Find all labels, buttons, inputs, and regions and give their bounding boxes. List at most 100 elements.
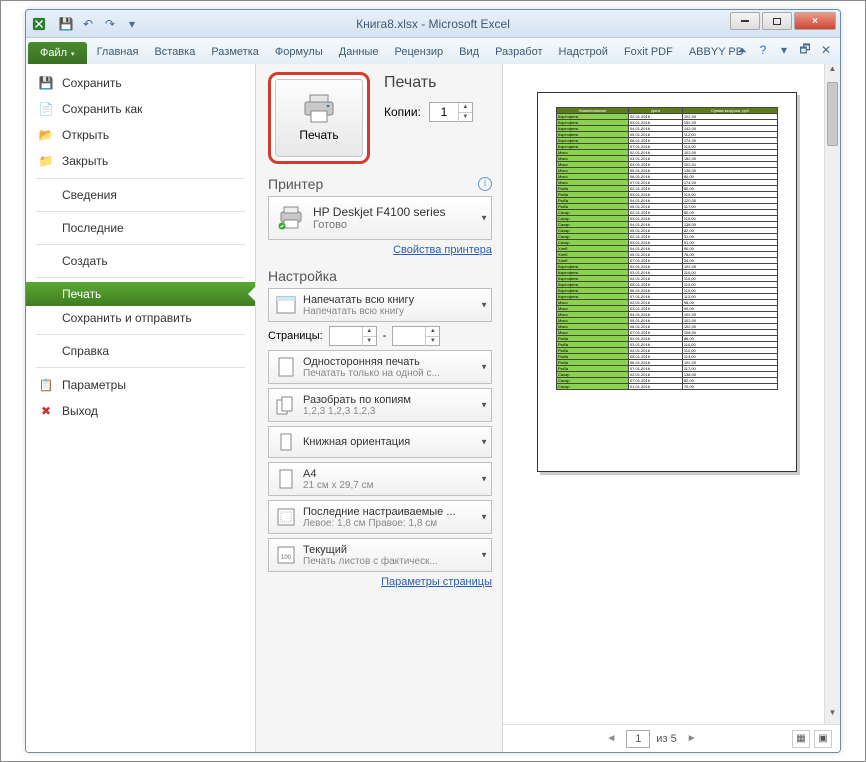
doc-close-icon[interactable]: ✕ — [818, 42, 834, 58]
open-icon: 📂 — [38, 127, 54, 143]
paper-icon — [275, 468, 297, 490]
printer-selector[interactable]: HP Deskjet F4100 seriesГотово ▼ — [268, 196, 492, 240]
spin-up-icon[interactable]: ▲ — [458, 103, 472, 113]
workbook-icon — [275, 294, 297, 316]
pages-to-spinner[interactable]: ▲▼ — [392, 326, 440, 346]
scaling-icon: 100 — [275, 544, 297, 566]
backstage-nav: 💾Сохранить 📄Сохранить как 📂Открыть 📁Закр… — [26, 64, 256, 752]
spin-down-icon[interactable]: ▼ — [458, 113, 472, 122]
settings-heading: Настройка — [268, 268, 492, 284]
nav-print[interactable]: Печать — [26, 282, 255, 306]
chevron-down-icon: ▼ — [480, 438, 488, 447]
copies-value: 1 — [430, 105, 458, 119]
chevron-down-icon: ▼ — [480, 301, 488, 310]
copies-spinner[interactable]: 1 ▲▼ — [429, 102, 473, 122]
window-title: Книга8.xlsx - Microsoft Excel — [26, 17, 840, 31]
ribbon-tabs: Файл Главная Вставка Разметка Формулы Да… — [26, 38, 840, 64]
copies-label: Копии: — [384, 105, 421, 119]
print-preview-pane: ▲▼ НаименованиеДатаСумма выручки, руб Ка… — [502, 64, 840, 752]
window-close-button[interactable]: × — [794, 12, 836, 30]
tab-developer[interactable]: Разработ — [487, 41, 550, 64]
tab-layout[interactable]: Разметка — [203, 41, 267, 64]
nav-save-as[interactable]: 📄Сохранить как — [26, 96, 255, 122]
qat-redo-button[interactable]: ↷ — [100, 14, 120, 34]
tab-data[interactable]: Данные — [331, 41, 387, 64]
tab-formulas[interactable]: Формулы — [267, 41, 331, 64]
app-window: 💾 ↶ ↷ ▾ Книга8.xlsx - Microsoft Excel × … — [25, 9, 841, 753]
preview-page: НаименованиеДатаСумма выручки, руб Карто… — [537, 92, 797, 472]
window-maximize-button[interactable] — [762, 12, 792, 30]
info-icon[interactable]: i — [478, 177, 492, 191]
tab-home[interactable]: Главная — [89, 41, 147, 64]
quick-access-toolbar: 💾 ↶ ↷ ▾ — [56, 14, 142, 34]
window-restore-icon[interactable]: 🗗 — [797, 42, 813, 58]
preview-table: НаименованиеДатаСумма выручки, руб Карто… — [556, 107, 778, 390]
page-side-icon — [275, 356, 297, 378]
tab-view[interactable]: Вид — [451, 41, 487, 64]
save-icon: 💾 — [38, 75, 54, 91]
qat-save-button[interactable]: 💾 — [56, 14, 76, 34]
nav-new[interactable]: Создать — [26, 249, 255, 273]
nav-help[interactable]: Справка — [26, 339, 255, 363]
tab-file[interactable]: Файл — [28, 42, 87, 64]
chevron-down-icon: ▼ — [480, 401, 488, 410]
save-as-icon: 📄 — [38, 101, 54, 117]
nav-exit[interactable]: ✖Выход — [26, 398, 255, 424]
pages-from-spinner[interactable]: ▲▼ — [329, 326, 377, 346]
ribbon-minimize-icon[interactable]: ⏶ — [734, 42, 750, 58]
printer-icon — [302, 94, 336, 124]
chevron-down-icon: ▼ — [480, 363, 488, 372]
nav-save-send[interactable]: Сохранить и отправить — [26, 306, 255, 330]
nav-info[interactable]: Сведения — [26, 183, 255, 207]
qat-customize-button[interactable]: ▾ — [122, 14, 142, 34]
chevron-down-icon: ▼ — [480, 551, 488, 560]
paper-size-selector[interactable]: A421 см x 29,7 см ▼ — [268, 462, 492, 496]
chevron-down-icon: ▼ — [480, 214, 488, 223]
exit-icon: ✖ — [38, 403, 54, 419]
scaling-selector[interactable]: 100 ТекущийПечать листов с фактическ... … — [268, 538, 492, 572]
page-next-button[interactable]: ► — [683, 733, 701, 744]
tab-insert[interactable]: Вставка — [146, 41, 203, 64]
chevron-down-icon: ▼ — [480, 513, 488, 522]
page-prev-button[interactable]: ◄ — [602, 733, 620, 744]
show-margins-button[interactable]: ▦ — [792, 730, 810, 748]
titlebar: 💾 ↶ ↷ ▾ Книга8.xlsx - Microsoft Excel × — [26, 10, 840, 38]
print-what-selector[interactable]: Напечатать всю книгуНапечатать всю книгу… — [268, 288, 492, 322]
sides-selector[interactable]: Односторонняя печатьПечатать только на о… — [268, 350, 492, 384]
printer-properties-link[interactable]: Свойства принтера — [268, 244, 492, 256]
vertical-scrollbar[interactable]: ▲▼ — [824, 64, 840, 724]
print-button[interactable]: Печать — [275, 79, 363, 157]
nav-close[interactable]: 📁Закрыть — [26, 148, 255, 174]
tab-foxit[interactable]: Foxit PDF — [616, 41, 681, 64]
page-number-input[interactable]: 1 — [626, 730, 650, 748]
tab-addins[interactable]: Надстрой — [551, 41, 616, 64]
qat-undo-button[interactable]: ↶ — [78, 14, 98, 34]
zoom-page-button[interactable]: ▣ — [814, 730, 832, 748]
print-heading: Печать — [384, 74, 473, 92]
nav-save[interactable]: 💾Сохранить — [26, 70, 255, 96]
collate-icon — [275, 394, 297, 416]
margins-icon — [275, 506, 297, 528]
page-count-label: из 5 — [656, 733, 676, 745]
window-minimize-button[interactable] — [730, 12, 760, 30]
orientation-icon — [275, 431, 297, 453]
print-button-label: Печать — [299, 128, 338, 142]
pages-label: Страницы: — [268, 330, 323, 342]
nav-recent[interactable]: Последние — [26, 216, 255, 240]
help-icon[interactable]: ? — [755, 42, 771, 58]
nav-open[interactable]: 📂Открыть — [26, 122, 255, 148]
orientation-selector[interactable]: Книжная ориентация ▼ — [268, 426, 492, 458]
printer-device-icon — [277, 206, 305, 230]
print-button-highlight: Печать — [268, 72, 370, 164]
ribbon-options-icon[interactable]: ▾ — [776, 42, 792, 58]
preview-footer: ◄ 1 из 5 ► ▦ ▣ — [503, 724, 840, 752]
excel-icon — [32, 17, 46, 31]
chevron-down-icon: ▼ — [480, 475, 488, 484]
page-setup-link[interactable]: Параметры страницы — [268, 576, 492, 588]
tab-review[interactable]: Рецензир — [387, 41, 452, 64]
nav-options[interactable]: 📋Параметры — [26, 372, 255, 398]
print-settings-panel: Печать Печать Копии: 1 ▲▼ — [256, 64, 502, 752]
collate-selector[interactable]: Разобрать по копиям1,2,3 1,2,3 1,2,3 ▼ — [268, 388, 492, 422]
printer-heading: Принтерi — [268, 176, 492, 192]
margins-selector[interactable]: Последние настраиваемые ...Левое: 1,8 см… — [268, 500, 492, 534]
